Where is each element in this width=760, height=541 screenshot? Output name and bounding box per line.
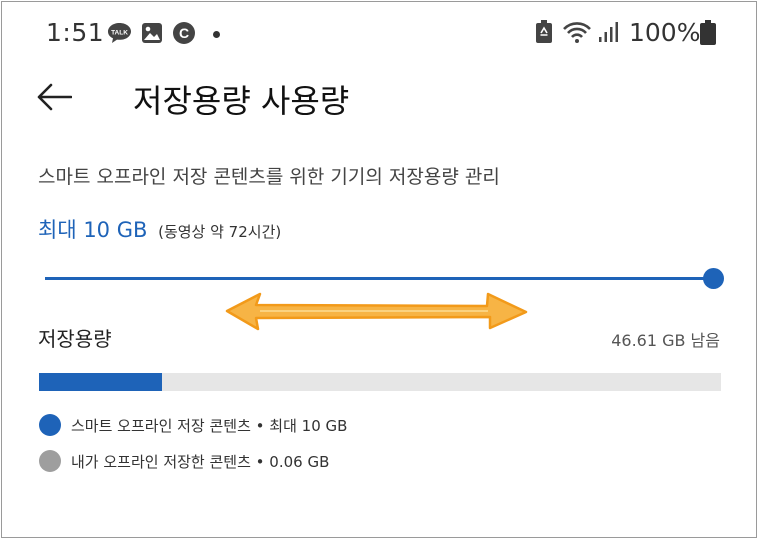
svg-text:C: C [179,25,189,41]
legend-label: 내가 오프라인 저장한 콘텐츠 • 0.06 GB [71,452,330,471]
legend-swatch-gray [39,450,61,472]
status-bar: 1:51 TALK C 100% [0,0,760,70]
storage-label: 저장용량 [38,327,112,351]
storage-usage-fill [39,373,162,391]
double-arrow-annotation-icon [225,292,528,331]
legend-my-offline: 내가 오프라인 저장한 콘텐츠 • 0.06 GB [39,450,329,472]
wifi-icon [563,22,591,43]
slider-thumb[interactable] [703,268,724,289]
battery-percent: 100% [629,18,701,47]
gallery-icon [142,23,162,43]
c-app-icon: C [173,22,195,44]
battery-saver-icon [536,20,552,43]
storage-usage-bar [39,373,721,391]
slider-track[interactable] [45,277,713,280]
status-time: 1:51 [46,18,105,47]
storage-limit-slider[interactable] [45,268,725,290]
max-storage-setting: 최대 10 GB (동영상 약 72시간) [38,214,281,244]
svg-text:TALK: TALK [111,29,128,36]
storage-remaining: 46.61 GB 남음 [611,331,720,350]
legend-swatch-blue [39,414,61,436]
legend-smart-offline: 스마트 오프라인 저장 콘텐츠 • 최대 10 GB [39,414,347,436]
signal-icon [599,22,618,42]
battery-icon [700,20,716,45]
back-arrow-icon[interactable] [36,82,72,112]
max-storage-value: 최대 10 GB [38,218,148,242]
page-description: 스마트 오프라인 저장 콘텐츠를 위한 기기의 저장용량 관리 [38,166,500,188]
kakaotalk-icon: TALK [108,23,131,43]
legend-label: 스마트 오프라인 저장 콘텐츠 • 최대 10 GB [71,416,348,435]
max-storage-subtext: (동영상 약 72시간) [158,223,282,241]
page-title: 저장용량 사용량 [133,82,350,120]
notification-dot [213,31,220,38]
